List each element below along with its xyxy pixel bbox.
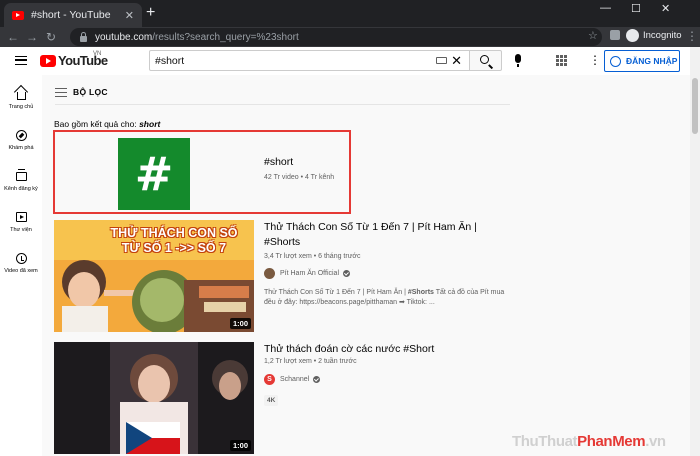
browser-menu-icon[interactable]: ⋮ [686,29,698,43]
video-thumbnail-2[interactable]: 1:00 [54,342,254,454]
video-thumbnail-2-art [54,342,254,454]
microphone-icon[interactable] [515,54,521,67]
library-icon [15,212,27,222]
sign-in-button[interactable]: ĐĂNG NHẬP [604,50,680,72]
sign-in-label: ĐĂNG NHẬP [626,56,678,66]
highlight-box [53,130,351,214]
thumbnail-text-line-1: THỬ THÁCH CON SỐ [110,226,238,240]
reload-icon[interactable]: ↻ [46,29,56,45]
sidebar-item-explore[interactable]: Khám phá [0,128,42,151]
incognito-icon [626,29,639,42]
sidebar: Trang chủ Khám phá Kênh đăng ký Thư viện… [0,75,42,456]
forward-icon[interactable]: → [26,29,38,45]
hamburger-menu-icon[interactable] [15,56,27,65]
history-icon [15,252,27,264]
avatar: S [264,374,275,385]
avatar [264,268,275,279]
settings-more-icon[interactable]: ⋮ [589,53,601,67]
video-meta-1: 3,4 Tr lượt xem • 6 tháng trước [264,253,361,260]
search-input[interactable]: #short ✕ [149,50,470,71]
thumbnail-text-line-2: TỪ SỐ 1 ->> SỐ 7 [121,241,227,255]
youtube-play-icon [40,54,56,67]
hashtag-thumbnail[interactable]: # [118,138,190,210]
includes-results-note: Bao gồm kết quả cho: short [54,119,161,129]
home-icon [16,92,26,100]
compass-icon [15,129,27,141]
sidebar-item-history[interactable]: Video đã xem [0,251,42,274]
maximize-icon[interactable]: ☐ [631,2,641,15]
url-text: youtube.com/results?search_query=%23shor… [95,31,299,43]
tab-title: #short - YouTube [31,9,111,21]
youtube-favicon-icon [12,10,24,20]
filter-button[interactable]: BỘ LỌC [55,87,108,97]
search-query: #short [155,54,185,67]
sidebar-item-home[interactable]: Trang chủ [0,87,42,110]
bookmark-star-icon[interactable]: ☆ [588,29,598,42]
filter-icon [55,87,67,97]
hashtag-meta: 42 Tr video • 4 Tr kênh [264,174,335,181]
hashtag-symbol: # [134,147,174,201]
channel-link-2[interactable]: S Schannel [264,374,321,385]
clear-search-icon[interactable]: ✕ [451,52,462,69]
video-duration: 1:00 [229,440,251,451]
browser-address-bar: ← → ↻ youtube.com/results?search_query=%… [0,27,700,47]
back-icon[interactable]: ← [7,29,19,45]
divider [55,104,510,105]
search-button[interactable] [469,50,502,71]
url-bar[interactable]: youtube.com/results?search_query=%23shor… [70,28,602,46]
quality-badge: 4K [264,395,279,406]
apps-grid-icon[interactable] [556,55,567,66]
channel-link-1[interactable]: Pít Ham Ăn Official [264,268,351,279]
video-title-1[interactable]: Thử Thách Con Số Từ 1 Đến 7 | Pít Ham Ăn… [264,220,504,250]
extensions-icon[interactable] [610,30,620,40]
hashtag-title[interactable]: #short [264,156,293,168]
sidebar-item-subscriptions[interactable]: Kênh đăng ký [0,168,42,192]
filter-label: BỘ LỌC [73,87,108,97]
sidebar-item-library[interactable]: Thư viện [0,210,42,233]
incognito-profile-button[interactable]: Incognito [626,29,682,42]
new-tab-button[interactable]: + [146,4,155,22]
lock-icon [80,31,87,42]
video-meta-2: 1,2 Tr lượt xem • 2 tuần trước [264,358,357,365]
watermark: ThuThuatPhanMem.vn [512,433,666,450]
close-window-icon[interactable]: ✕ [661,2,670,15]
video-thumbnail-1[interactable]: THỬ THÁCH CON SỐ TỪ SỐ 1 ->> SỐ 7 1:00 [54,220,254,332]
tab-close-icon[interactable]: ✕ [125,9,134,22]
minimize-icon[interactable]: — [600,2,611,14]
video-duration: 1:00 [229,318,251,329]
includes-query-link[interactable]: short [139,119,160,129]
incognito-label: Incognito [643,30,682,41]
logo-region: VN [93,51,102,57]
video-title-2[interactable]: Thử thách đoán cờ các nước #Short [264,342,504,357]
verified-icon [313,376,321,383]
youtube-header: YouTube VN #short ✕ ⋮ ĐĂNG NHẬP [0,47,690,75]
search-icon [480,55,489,64]
account-icon [610,55,621,67]
subscriptions-icon [15,168,27,181]
keyboard-icon[interactable] [436,57,447,64]
browser-tab[interactable]: #short - YouTube ✕ [4,3,142,27]
browser-tab-bar: #short - YouTube ✕ + — ☐ ✕ [0,0,700,27]
scrollbar-thumb[interactable] [692,78,698,134]
video-description-1: Thử Thách Con Số Từ 1 Đến 7 | Pít Ham Ăn… [264,289,505,306]
verified-icon [343,270,351,277]
